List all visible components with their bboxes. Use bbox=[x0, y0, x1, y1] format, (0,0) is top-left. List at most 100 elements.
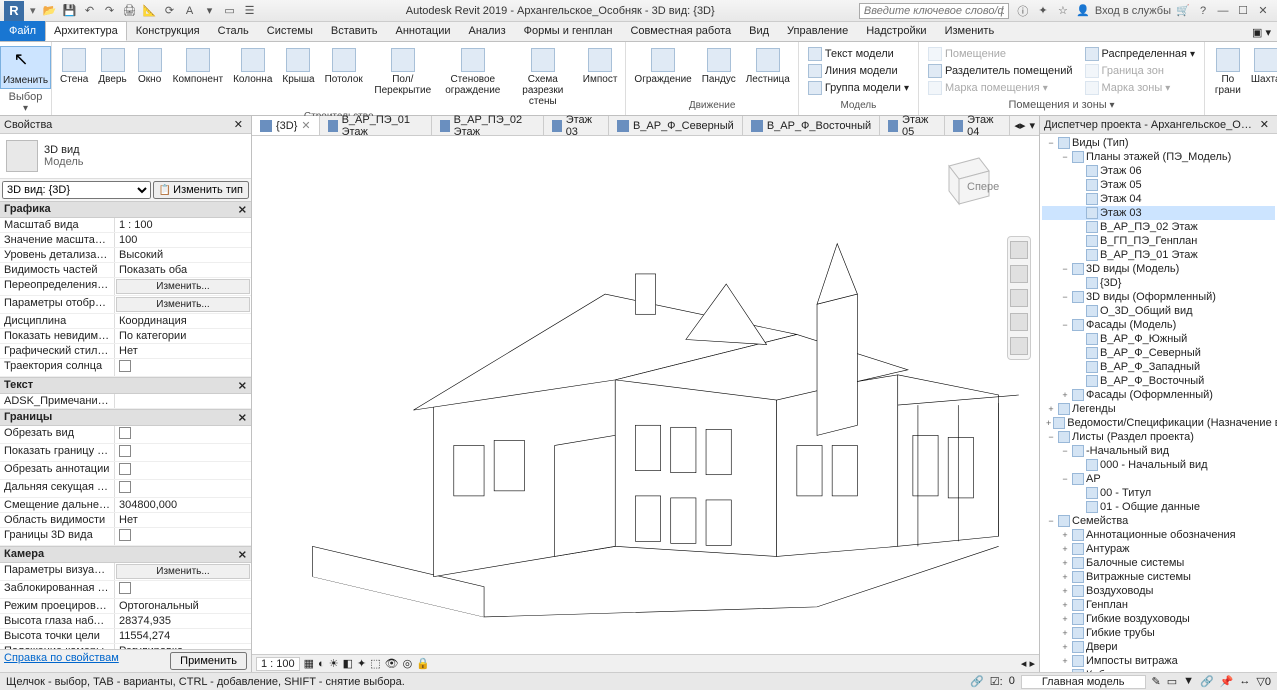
qat-measure-icon[interactable]: 📐 bbox=[142, 3, 158, 19]
view-scale[interactable]: 1 : 100 bbox=[256, 657, 300, 671]
vc-scroll-icon[interactable]: ◂ ▸ bbox=[1021, 657, 1035, 670]
nav-look-icon[interactable] bbox=[1010, 337, 1028, 355]
floor-button[interactable]: Пол/Перекрытие bbox=[371, 46, 435, 98]
status-link-icon[interactable]: 🔗 bbox=[1200, 675, 1214, 689]
tag-room-button[interactable]: Марка помещения ▾ bbox=[925, 80, 1076, 96]
prop-row[interactable]: Смещение дальнего предел…304800,000 bbox=[0, 498, 251, 513]
window-minimize-icon[interactable]: — bbox=[1215, 3, 1231, 19]
column-button[interactable]: Колонна bbox=[231, 46, 274, 87]
view-tab[interactable]: Этаж 04 bbox=[945, 116, 1010, 135]
apply-button[interactable]: Применить bbox=[170, 652, 247, 670]
prop-row[interactable]: Заблокированная ориентац… bbox=[0, 581, 251, 599]
ramp-button[interactable]: Пандус bbox=[700, 46, 738, 87]
tree-item[interactable]: В_АР_ПЭ_01 Этаж bbox=[1042, 248, 1275, 262]
vc-hide-icon[interactable]: 👁 bbox=[385, 657, 399, 670]
ribbon-tab-Надстройки[interactable]: Надстройки bbox=[857, 21, 935, 41]
tree-item[interactable]: В_ГП_ПЭ_Генплан bbox=[1042, 234, 1275, 248]
tree-item[interactable]: 01 - Общие данные bbox=[1042, 500, 1275, 514]
vc-detail-icon[interactable]: ▦ bbox=[304, 657, 314, 670]
keyshot-icon[interactable]: ✦ bbox=[1035, 3, 1051, 19]
qat-undo-icon[interactable]: ↶ bbox=[82, 3, 98, 19]
prop-row[interactable]: Траектория солнца bbox=[0, 359, 251, 377]
search-input[interactable] bbox=[859, 3, 1009, 19]
prop-row[interactable]: Область видимостиНет bbox=[0, 513, 251, 528]
view-tab[interactable]: В_АР_Ф_Северный bbox=[609, 116, 743, 135]
qat-text-icon[interactable]: A bbox=[182, 3, 198, 19]
nav-wheel-icon[interactable] bbox=[1010, 241, 1028, 259]
tree-item[interactable]: −Листы (Раздел проекта) bbox=[1042, 430, 1275, 444]
tree-item[interactable]: +Импосты витража bbox=[1042, 654, 1275, 668]
tree-item[interactable]: Этаж 05 bbox=[1042, 178, 1275, 192]
edit-type-button[interactable]: 📋 Изменить тип bbox=[153, 181, 249, 199]
model-line-button[interactable]: Линия модели bbox=[805, 63, 912, 79]
tree-item[interactable]: В_АР_Ф_Западный bbox=[1042, 360, 1275, 374]
ribbon-tab-Анализ[interactable]: Анализ bbox=[459, 21, 514, 41]
railing-button[interactable]: Ограждение bbox=[632, 46, 693, 87]
vc-crop-icon[interactable]: ⬚ bbox=[370, 657, 380, 670]
prop-row[interactable]: Обрезать вид bbox=[0, 426, 251, 444]
prop-row[interactable]: ДисциплинаКоординация bbox=[0, 314, 251, 329]
qat-thin-icon[interactable]: ▭ bbox=[222, 3, 238, 19]
ribbon-tab-Архитектура[interactable]: Архитектура bbox=[45, 21, 127, 41]
view-tab[interactable]: Этаж 03 bbox=[544, 116, 609, 135]
tree-item[interactable]: 00 - Титул bbox=[1042, 486, 1275, 500]
sel-count-icon[interactable]: ☑: bbox=[990, 675, 1003, 689]
tree-item[interactable]: +Гибкие трубы bbox=[1042, 626, 1275, 640]
window-button[interactable]: Окно bbox=[135, 46, 165, 87]
curtain-wall-button[interactable]: Стеновое ограждение bbox=[441, 46, 505, 98]
view-tabs-scroll-icon[interactable]: ◂▸ bbox=[1014, 119, 1025, 132]
tree-item[interactable]: +Аннотационные обозначения bbox=[1042, 528, 1275, 542]
tree-item[interactable]: В_АР_Ф_Южный bbox=[1042, 332, 1275, 346]
status-workset-icon[interactable]: 🔗 bbox=[970, 675, 984, 689]
prop-section[interactable]: Текст⨯ bbox=[0, 377, 251, 394]
tree-item[interactable]: +Ведомости/Спецификации (Назначение вида… bbox=[1042, 416, 1275, 430]
vc-shadow-icon[interactable]: ◧ bbox=[343, 657, 353, 670]
qat-open-icon[interactable]: 📂 bbox=[42, 3, 58, 19]
tree-item[interactable]: Этаж 06 bbox=[1042, 164, 1275, 178]
tree-item[interactable]: −Семейства bbox=[1042, 514, 1275, 528]
tree-item[interactable]: +Балочные системы bbox=[1042, 556, 1275, 570]
prop-row[interactable]: Показать невидимые линииПо категории bbox=[0, 329, 251, 344]
ribbon-minimize-icon[interactable]: ▣ ▾ bbox=[1246, 24, 1277, 41]
prop-row[interactable]: Уровень детализацииВысокий bbox=[0, 248, 251, 263]
status-filter-icon[interactable]: ▼ bbox=[1183, 675, 1194, 689]
modify-tool-button[interactable]: ↖ Изменить bbox=[0, 46, 51, 89]
view-tab[interactable]: {3D}✕ bbox=[252, 116, 320, 135]
tree-item[interactable]: О_3D_Общий вид bbox=[1042, 304, 1275, 318]
prop-row[interactable]: Высота глаза наблюдателя28374,935 bbox=[0, 614, 251, 629]
ribbon-tab-Конструкция[interactable]: Конструкция bbox=[127, 21, 209, 41]
prop-row[interactable]: Графический стиль отобра…Нет bbox=[0, 344, 251, 359]
tree-item[interactable]: −3D виды (Модель) bbox=[1042, 262, 1275, 276]
prop-row[interactable]: Параметры отображения гр…Изменить... bbox=[0, 296, 251, 314]
ribbon-tab-Системы[interactable]: Системы bbox=[258, 21, 322, 41]
star-icon[interactable]: ☆ bbox=[1055, 3, 1071, 19]
prop-row[interactable]: Параметры визуализацииИзменить... bbox=[0, 563, 251, 581]
view-tab[interactable]: В_АР_ПЭ_01 Этаж bbox=[320, 116, 432, 135]
tree-item[interactable]: +Фасады (Оформленный) bbox=[1042, 388, 1275, 402]
tree-item[interactable]: −-Начальный вид bbox=[1042, 444, 1275, 458]
area-boundary-button[interactable]: Граница зон bbox=[1082, 63, 1199, 79]
prop-row[interactable]: Переопределения видимост…Изменить... bbox=[0, 278, 251, 296]
properties-close-icon[interactable]: ✕ bbox=[230, 118, 247, 131]
tree-item[interactable]: +Антураж bbox=[1042, 542, 1275, 556]
tree-item[interactable]: +Двери bbox=[1042, 640, 1275, 654]
tree-item[interactable]: −Планы этажей (ПЭ_Модель) bbox=[1042, 150, 1275, 164]
status-editable-icon[interactable]: ✎ bbox=[1152, 675, 1161, 689]
component-button[interactable]: Компонент bbox=[171, 46, 225, 87]
status-model-label[interactable]: Главная модель bbox=[1021, 675, 1146, 689]
ceiling-button[interactable]: Потолок bbox=[323, 46, 365, 87]
signin-icon[interactable]: 👤 bbox=[1075, 3, 1091, 19]
room-separator-button[interactable]: Разделитель помещений bbox=[925, 63, 1076, 79]
prop-row[interactable]: Масштаб вида1 : 100 bbox=[0, 218, 251, 233]
ribbon-tab-Формы и генплан[interactable]: Формы и генплан bbox=[515, 21, 622, 41]
vc-visual-style-icon[interactable]: ◐ bbox=[318, 658, 325, 670]
wall-button[interactable]: Стена bbox=[58, 46, 90, 87]
tree-item[interactable]: Этаж 04 bbox=[1042, 192, 1275, 206]
tree-item[interactable]: +Легенды bbox=[1042, 402, 1275, 416]
tree-item[interactable]: В_АР_Ф_Восточный bbox=[1042, 374, 1275, 388]
stair-button[interactable]: Лестница bbox=[744, 46, 792, 87]
door-button[interactable]: Дверь bbox=[96, 46, 128, 87]
type-selector[interactable]: 3D вид: {3D} bbox=[2, 181, 151, 199]
prop-section[interactable]: Границы⨯ bbox=[0, 409, 251, 426]
exchange-icon[interactable]: 🛒 bbox=[1175, 3, 1191, 19]
